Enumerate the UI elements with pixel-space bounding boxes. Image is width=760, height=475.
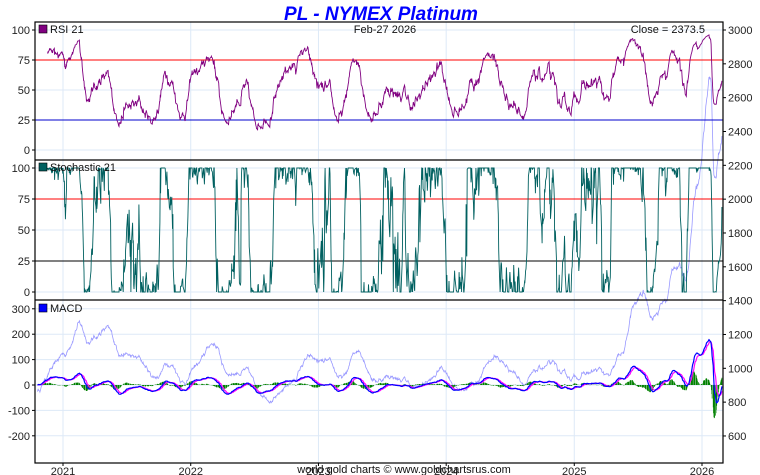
price-tick-label: 2600 xyxy=(728,93,752,105)
x-tick-label: 2025 xyxy=(562,466,586,475)
macd-tick-label: 200 xyxy=(12,329,30,341)
legend-label: MACD xyxy=(50,303,82,315)
price-tick-label: 1800 xyxy=(728,228,752,240)
legend-label: Stochastic 21 xyxy=(50,162,116,174)
price-tick-label: 2200 xyxy=(728,160,752,172)
stoch-tick-label: 75 xyxy=(18,194,30,206)
rsi-tick-label: 100 xyxy=(12,25,30,37)
legend-swatch xyxy=(38,24,48,34)
price-tick-label: 3000 xyxy=(728,25,752,37)
rsi-tick-label: 75 xyxy=(18,55,30,67)
macd-tick-label: 300 xyxy=(12,304,30,316)
rsi-tick-label: 50 xyxy=(18,85,30,97)
price-tick-label: 2000 xyxy=(728,194,752,206)
price-tick-label: 2800 xyxy=(728,59,752,71)
close-label: Close = 2373.5 xyxy=(631,24,705,36)
price-tick-label: 1200 xyxy=(728,329,752,341)
macd-tick-label: 100 xyxy=(12,355,30,367)
date-label: Feb-27 2026 xyxy=(354,24,416,36)
macd-tick-label: -100 xyxy=(8,405,30,417)
macd-tick-label: -200 xyxy=(8,431,30,443)
stoch-tick-label: 50 xyxy=(18,225,30,237)
price-tick-label: 800 xyxy=(728,397,746,409)
price-tick-label: 1000 xyxy=(728,363,752,375)
macd-signal-line xyxy=(37,341,723,397)
price-tick-label: 2400 xyxy=(728,126,752,138)
stoch-tick-label: 0 xyxy=(24,287,30,299)
legend-label: RSI 21 xyxy=(50,24,84,36)
indicator-panels xyxy=(35,34,723,419)
x-tick-label: 2021 xyxy=(51,466,75,475)
price-tick-label: 1400 xyxy=(728,296,752,308)
stoch-tick-label: 25 xyxy=(18,256,30,268)
stoch-tick-label: 100 xyxy=(12,163,30,175)
price-tick-label: 600 xyxy=(728,431,746,443)
chart: PL - NYMEX Platinum 10075502501007550250… xyxy=(8,4,753,475)
rsi-tick-label: 0 xyxy=(24,145,30,157)
macd-line xyxy=(37,338,723,404)
legend-swatch xyxy=(38,162,48,172)
x-tick-label: 2022 xyxy=(178,466,202,475)
legend-swatch xyxy=(38,303,48,313)
macd-tick-label: 0 xyxy=(24,380,30,392)
price-tick-label: 1600 xyxy=(728,262,752,274)
x-tick-label: 2026 xyxy=(690,466,714,475)
rsi-tick-label: 25 xyxy=(18,115,30,127)
footer-credit: world gold charts © www.goldchartsrus.co… xyxy=(296,464,511,475)
rsi-line xyxy=(47,34,723,131)
